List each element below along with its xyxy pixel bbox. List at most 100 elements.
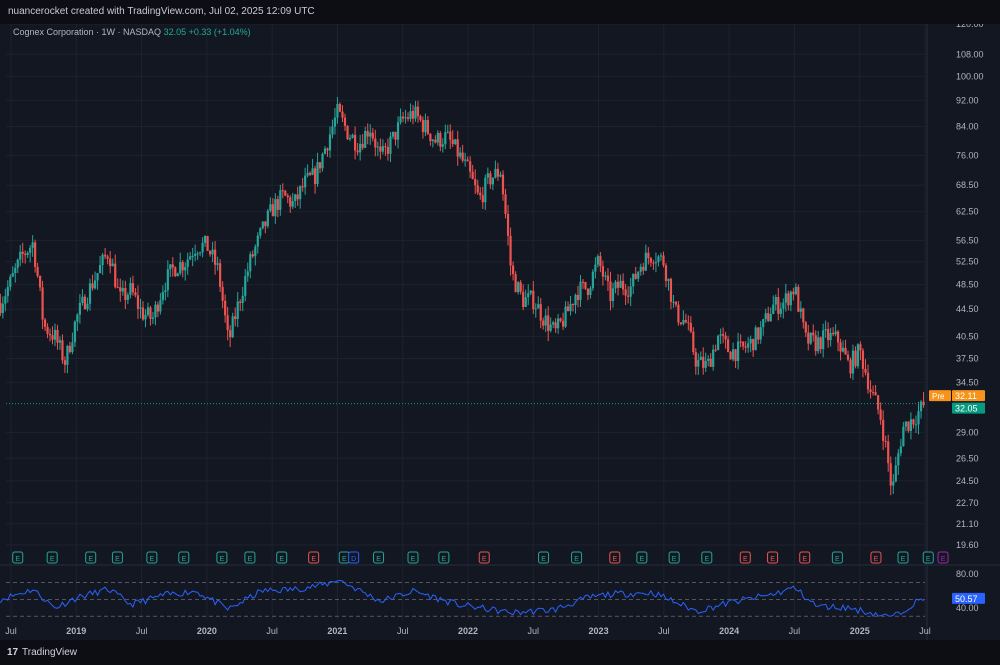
candle-body [71, 342, 74, 353]
candle-body [451, 139, 454, 145]
candle-body [619, 280, 622, 288]
candle-body [861, 350, 865, 369]
event-letter: E [181, 556, 186, 563]
candle-body [694, 352, 697, 367]
candle-body [634, 273, 637, 279]
candle-body [679, 322, 682, 324]
tradingview-logo-icon: 17 [7, 647, 19, 658]
candle-body [61, 340, 64, 361]
candle-body [141, 307, 145, 320]
candle-body [336, 104, 339, 118]
candle-body [93, 280, 97, 289]
candle-body [236, 301, 239, 320]
candle-body [637, 271, 640, 279]
candle-body [109, 258, 112, 267]
y-tick-label: 68.50 [956, 180, 979, 190]
candle-body [859, 344, 862, 351]
candle-body [441, 144, 444, 147]
candle-body [524, 297, 527, 308]
candle-body [722, 334, 725, 336]
candle-body [53, 329, 57, 340]
candle-body [744, 346, 747, 348]
event-letter: E [442, 556, 447, 563]
candle-body [809, 332, 812, 344]
candle-body [726, 339, 730, 352]
candle-body [834, 331, 837, 335]
x-tick-label: 2024 [719, 626, 739, 636]
candle-body [476, 185, 479, 193]
candle-body [707, 358, 710, 361]
candle-body [366, 130, 369, 137]
candle-body [907, 421, 910, 431]
candle-body [111, 263, 114, 267]
event-letter: E [88, 556, 93, 563]
candle-body [729, 351, 732, 360]
candle-body [66, 345, 69, 365]
candle-body [323, 148, 327, 154]
candle-body [51, 335, 54, 340]
candle-body [19, 251, 22, 260]
candle-body [239, 301, 242, 303]
candle-body [254, 246, 257, 257]
candle-body [854, 350, 857, 367]
y-tick-label: 84.00 [956, 122, 979, 132]
candle-body [296, 194, 299, 200]
candle-body [58, 340, 62, 343]
candle-body [454, 139, 457, 145]
candle-body [424, 120, 427, 133]
candle-body [527, 293, 530, 298]
candle-body [404, 117, 407, 119]
candle-body [354, 134, 357, 151]
candle-body [259, 228, 262, 236]
candle-body [486, 173, 489, 178]
last-price-text: 32.05 [955, 404, 978, 414]
candle-body [401, 116, 405, 119]
candle-body [474, 179, 477, 186]
candle-body [827, 329, 830, 341]
x-tick-label: Jul [658, 626, 670, 636]
candle-body [769, 314, 772, 322]
candle-body [446, 131, 449, 133]
candle-body [846, 354, 850, 360]
candle-body [787, 293, 790, 306]
candle-body [659, 255, 663, 257]
y-tick-label: 76.00 [956, 150, 979, 160]
event-letter: E [482, 556, 487, 563]
candle-body [794, 286, 797, 295]
candle-body [797, 286, 800, 312]
candle-body [276, 199, 279, 210]
candle-body [499, 174, 502, 177]
candle-body [159, 300, 162, 312]
candle-body [124, 287, 127, 301]
candle-body [304, 175, 307, 188]
candle-body [461, 152, 464, 161]
candle-body [752, 338, 755, 351]
candle-body [379, 146, 382, 152]
candle-body [491, 177, 494, 185]
candle-body [704, 360, 707, 368]
x-tick-label: Jul [136, 626, 148, 636]
candle-body [627, 295, 630, 297]
candle-body [682, 319, 685, 324]
candle-body [219, 263, 222, 287]
candle-body [829, 332, 832, 341]
candle-body [119, 287, 122, 292]
candle-body [904, 421, 907, 427]
candle-body [747, 343, 750, 348]
candle-body [231, 316, 234, 338]
candle-body [41, 287, 44, 320]
candle-body [361, 143, 364, 148]
candle-body [156, 304, 159, 312]
candle-body [36, 266, 39, 276]
candle-body [804, 322, 807, 333]
candle-body [131, 283, 135, 293]
candle-body [306, 172, 309, 176]
candle-body [767, 313, 770, 322]
candle-body [544, 315, 547, 326]
candle-body [581, 281, 585, 283]
candle-body [326, 148, 329, 151]
candle-body [647, 252, 650, 259]
candle-body [574, 294, 577, 306]
candle-body [869, 389, 872, 393]
candle-body [792, 291, 795, 295]
